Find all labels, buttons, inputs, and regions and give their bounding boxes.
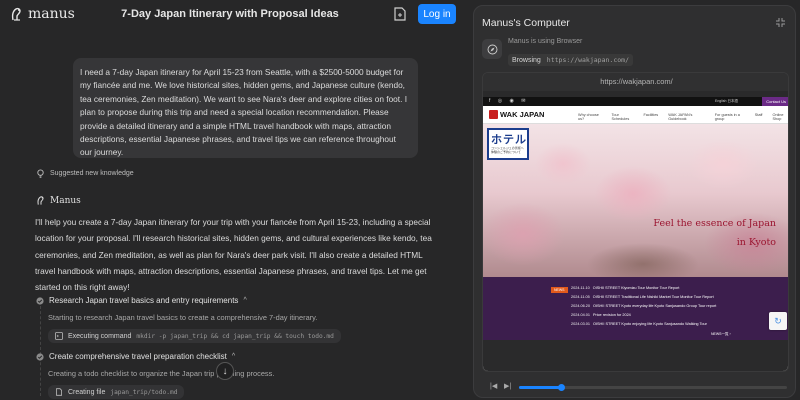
browser-tool-icon bbox=[482, 39, 502, 59]
browser-view: https://wakjapan.com/ f ◎ ◉ ✉ English 日本… bbox=[482, 72, 789, 372]
news-item[interactable]: 2024.11.05 OISHII STREET Traditional Life… bbox=[571, 295, 714, 299]
news-more-link[interactable]: NEWS一覧 › bbox=[711, 332, 731, 337]
browsing-url: https://wakjapan.com/ bbox=[546, 56, 629, 64]
nav-item[interactable]: Staff bbox=[755, 113, 763, 121]
computer-title: Manus's Computer bbox=[482, 17, 570, 29]
arrow-down-icon: ↓ bbox=[222, 365, 228, 377]
skip-forward-icon[interactable]: ▶| bbox=[504, 382, 511, 390]
check-icon bbox=[36, 296, 44, 305]
agent-name: Manus bbox=[50, 195, 81, 206]
news-item[interactable]: 2024.04.01 Price revision for 2024 bbox=[571, 313, 631, 317]
contact-link[interactable]: Contact Us bbox=[762, 97, 788, 106]
website-screenshot[interactable]: f ◎ ◉ ✉ English 日本語 Contact Us WAK JAPAN… bbox=[483, 97, 789, 371]
knowledge-label: Suggested new knowledge bbox=[50, 170, 134, 177]
step-title: Create comprehensive travel preparation … bbox=[49, 352, 227, 361]
nav-item[interactable]: Tour Schedules bbox=[612, 113, 634, 121]
file-path: japan_trip/todo.md bbox=[110, 388, 178, 396]
news-tag: NEWS bbox=[551, 287, 568, 293]
playback-progress bbox=[519, 386, 562, 389]
site-topbar: f ◎ ◉ ✉ English 日本語 Contact Us bbox=[483, 97, 788, 106]
recaptcha-icon[interactable]: ↻ bbox=[769, 312, 787, 330]
chat-panel: manus 7-Day Japan Itinerary with Proposa… bbox=[0, 0, 470, 400]
chevron-up-icon[interactable]: ^ bbox=[232, 353, 235, 360]
news-section: NEWS 2024.11.10 OISHII STREET Kiyomizu To… bbox=[483, 277, 788, 340]
terminal-icon bbox=[55, 332, 63, 340]
suggested-knowledge[interactable]: Suggested new knowledge bbox=[36, 169, 134, 178]
hero-image: ホテル コンシェルジュの皆様へ 体験のご予約について Feel the esse… bbox=[483, 124, 788, 277]
page-title: 7-Day Japan Itinerary with Proposal Idea… bbox=[121, 8, 339, 20]
share-file-icon[interactable] bbox=[393, 6, 407, 22]
nav-item[interactable]: Facilities bbox=[643, 113, 658, 121]
scroll-down-button[interactable]: ↓ bbox=[216, 362, 234, 380]
language-switch[interactable]: English 日本語 bbox=[715, 99, 738, 104]
browsing-label: Browsing bbox=[512, 56, 541, 64]
step-description: Starting to research Japan travel basics… bbox=[48, 313, 318, 322]
step-timeline bbox=[39, 306, 41, 396]
tool-status: Manus is using Browser bbox=[508, 38, 583, 45]
login-button[interactable]: Log in bbox=[418, 4, 456, 24]
address-bar: https://wakjapan.com/ bbox=[483, 73, 788, 91]
nav-item[interactable]: Why choose us? bbox=[578, 113, 602, 121]
site-brand[interactable]: WAK JAPAN bbox=[489, 110, 544, 119]
command-chip[interactable]: Executing command mkdir -p japan_trip &&… bbox=[48, 329, 341, 343]
site-nav-items: Why choose us? Tour Schedules Facilities… bbox=[578, 113, 789, 121]
file-chip[interactable]: Creating file japan_trip/todo.md bbox=[48, 385, 185, 399]
browsing-chip: Browsing https://wakjapan.com/ bbox=[508, 54, 633, 66]
command-label: Executing command bbox=[68, 332, 132, 340]
brand-text: WAK JAPAN bbox=[500, 110, 545, 119]
compass-icon bbox=[487, 44, 497, 54]
step-title: Research Japan travel basics and entry r… bbox=[49, 296, 239, 305]
check-icon bbox=[36, 352, 44, 361]
hotel-banner[interactable]: ホテル コンシェルジュの皆様へ 体験のご予約について bbox=[487, 128, 529, 160]
step-item-checklist[interactable]: Create comprehensive travel preparation … bbox=[36, 352, 235, 361]
nav-item[interactable]: WAK JAPAN's Guidebook bbox=[668, 113, 704, 121]
skip-back-icon[interactable]: |◀ bbox=[490, 382, 497, 390]
playback-slider[interactable] bbox=[519, 384, 787, 391]
chat-header: manus 7-Day Japan Itinerary with Proposa… bbox=[0, 0, 470, 30]
collapse-icon[interactable] bbox=[775, 17, 786, 28]
playback-handle[interactable] bbox=[558, 384, 566, 391]
playback-controls: |◀ ▶| bbox=[474, 378, 797, 398]
news-item[interactable]: 2024.03.01 OISHII STREET Kyoto enjoying l… bbox=[571, 322, 707, 326]
news-item[interactable]: 2024.06.20 OISHII STREET Kyoto everyday l… bbox=[571, 304, 716, 308]
file-action-label: Creating file bbox=[68, 388, 106, 396]
file-icon bbox=[56, 388, 62, 396]
site-navbar: WAK JAPAN Why choose us? Tour Schedules … bbox=[483, 106, 789, 124]
hotel-banner-text: コンシェルジュの皆様へ 体験のご予約について bbox=[491, 146, 524, 154]
hero-headline: Feel the essence of Japan bbox=[653, 218, 776, 229]
user-message: I need a 7-day Japan itinerary for April… bbox=[73, 58, 418, 158]
step-description: Creating a todo checklist to organize th… bbox=[48, 369, 275, 378]
chevron-up-icon[interactable]: ^ bbox=[243, 297, 246, 304]
brand-logo-icon bbox=[489, 110, 498, 119]
lightbulb-icon bbox=[37, 169, 44, 178]
news-item[interactable]: 2024.11.10 OISHII STREET Kiyomizu Tour Mo… bbox=[571, 286, 679, 290]
social-icons[interactable]: f ◎ ◉ ✉ bbox=[489, 98, 528, 104]
nav-item[interactable]: Online Shop bbox=[773, 113, 789, 121]
hero-subheadline: in Kyoto bbox=[736, 237, 776, 248]
hotel-banner-title: ホテル bbox=[491, 134, 527, 146]
step-item-research[interactable]: Research Japan travel basics and entry r… bbox=[36, 296, 247, 305]
browser-empty-area bbox=[483, 340, 788, 371]
nav-item[interactable]: For guests in a group bbox=[715, 113, 745, 121]
computer-panel: Manus's Computer Manus is using Browser … bbox=[473, 5, 796, 398]
agent-message: I'll help you create a 7-day Japan itine… bbox=[35, 217, 432, 293]
agent-header: Manus bbox=[36, 195, 81, 206]
manus-agent-icon bbox=[37, 196, 44, 205]
command-text: mkdir -p japan_trip && cd japan_trip && … bbox=[136, 332, 334, 340]
